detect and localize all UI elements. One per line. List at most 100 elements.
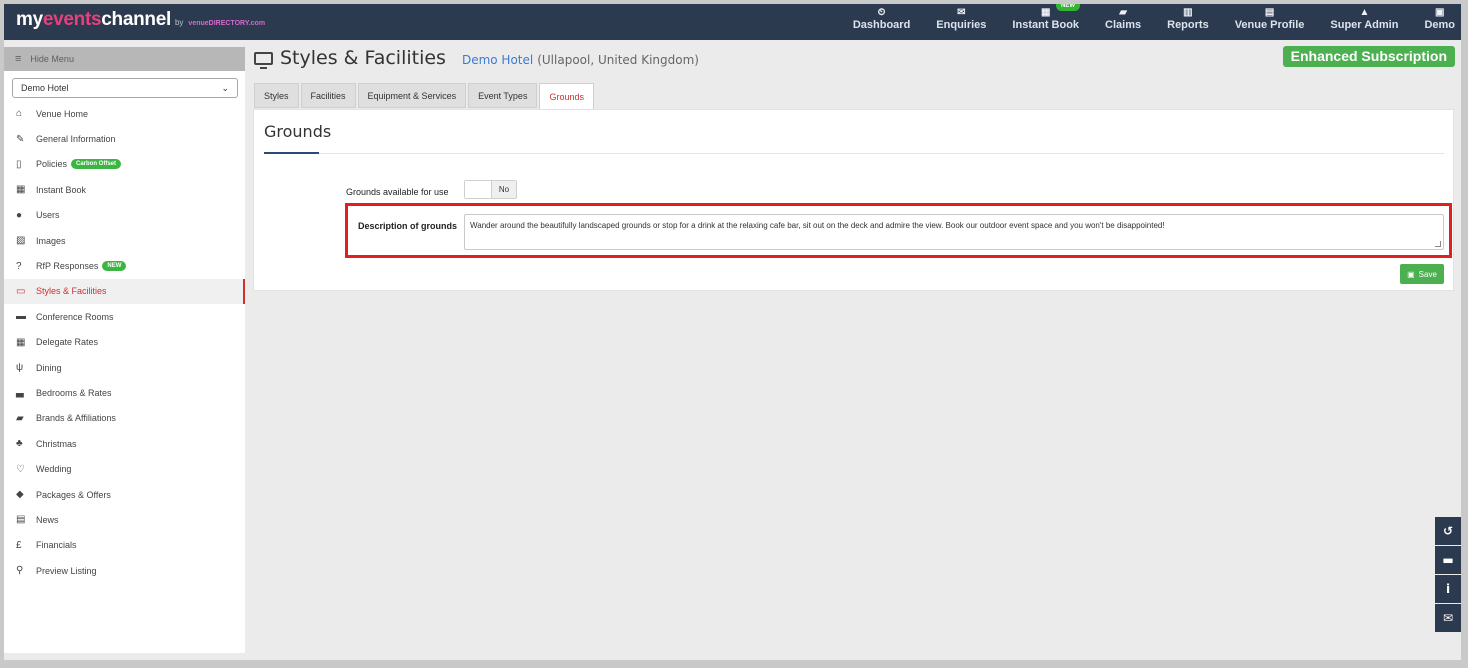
logo[interactable]: myeventschannel by venueDIRECTORY.com [16, 9, 265, 31]
tab-equipment-services[interactable]: Equipment & Services [357, 83, 467, 108]
tab-event-types[interactable]: Event Types [468, 83, 538, 108]
sidebar-badge: Carbon Offset [71, 159, 122, 170]
grounds-panel: Grounds Grounds available for use No Des… [253, 109, 1454, 291]
sidebar-item-label: Preview Listing [36, 565, 97, 576]
hide-menu-label: Hide Menu [30, 54, 74, 64]
save-label: Save [1418, 269, 1437, 279]
sidebar-item-label: Instant Book [36, 184, 87, 195]
nav-label: Instant Book [1012, 19, 1080, 31]
grounds-available-toggle[interactable]: No [464, 180, 517, 199]
question-icon: ? [16, 260, 22, 272]
sidebar-item-news[interactable]: ▤ News [4, 507, 245, 532]
tree-icon: ♣ [16, 438, 23, 450]
heart-icon: ♡ [16, 463, 25, 475]
section-divider [264, 153, 1444, 154]
subscription-badge: Enhanced Subscription [1282, 46, 1455, 67]
sidebar-item-christmas[interactable]: ♣ Christmas [4, 431, 245, 456]
sidebar-item-packages-offers[interactable]: ◆ Packages & Offers [4, 482, 245, 507]
user-icon: ● [16, 209, 23, 221]
sidebar-item-label: RfP Responses [36, 261, 99, 272]
sidebar-item-financials[interactable]: £ Financials [4, 533, 245, 558]
resize-grip-icon[interactable] [1435, 241, 1441, 247]
section-divider-accent [264, 152, 319, 154]
sidebar-item-label: Policies [36, 159, 68, 170]
top-nav: ⏲ Dashboard ✉ Enquiries ▦ Instant Book NEW ▰ Cla… [840, 4, 1457, 40]
nav-enquiries[interactable]: ✉ Enquiries [923, 4, 999, 40]
sidebar-item-users[interactable]: ● Users [4, 203, 245, 228]
nav-reports[interactable]: ▥ Reports [1154, 4, 1222, 40]
tab-bar: Styles Facilities Equipment & Services Even… [254, 83, 596, 110]
nav-super-admin[interactable]: ▲ Super Admin [1317, 4, 1411, 40]
logo-by: by [174, 18, 184, 27]
venue-select[interactable]: Demo Hotel ⌄ [12, 78, 238, 98]
lock-icon: ▲ [1359, 7, 1370, 18]
description-text: Wander around the beautifully landscaped… [470, 221, 1165, 230]
tab-facilities[interactable]: Facilities [300, 83, 356, 108]
logo-text-my: my [16, 9, 43, 30]
nav-demo[interactable]: ▣ Demo [1411, 4, 1457, 40]
sidebar-item-label: Venue Home [36, 108, 89, 119]
sidebar-item-label: News [36, 514, 59, 525]
sidebar-item-general-information[interactable]: ✎ General Information [4, 126, 245, 151]
section-title: Grounds [264, 122, 332, 141]
monitor-icon: ▭ [16, 285, 26, 297]
info-icon[interactable]: i [1435, 575, 1461, 603]
sidebar-item-bedrooms-rates[interactable]: ▃ Bedrooms & Rates [4, 380, 245, 405]
sidebar-item-policies[interactable]: ▯ Policies Carbon Offset [4, 152, 245, 177]
logo-text-channel: channel [101, 9, 171, 30]
chevron-down-icon: ⌄ [221, 82, 229, 93]
tab-grounds[interactable]: Grounds [539, 83, 594, 110]
hide-menu-button[interactable]: ≡ Hide Menu [4, 47, 245, 71]
pound-icon: £ [16, 539, 22, 551]
mail-icon[interactable]: ✉ [1435, 604, 1461, 632]
image-icon: ▨ [16, 235, 26, 247]
newspaper-icon: ▤ [16, 514, 26, 526]
sidebar-item-wedding[interactable]: ♡ Wedding [4, 456, 245, 481]
description-label: Description of grounds [358, 221, 457, 231]
description-textarea[interactable]: Wander around the beautifully landscaped… [464, 214, 1444, 250]
sidebar-item-dining[interactable]: ψ Dining [4, 355, 245, 380]
tags-icon: ◆ [16, 489, 24, 501]
sidebar-item-rfp-responses[interactable]: ? RfP Responses NEW [4, 253, 245, 278]
sidebar-item-label: Brands & Affiliations [36, 413, 116, 424]
sidebar-item-label: Conference Rooms [36, 311, 114, 322]
sidebar-item-brands-affiliations[interactable]: ▰ Brands & Affiliations [4, 406, 245, 431]
sidebar-item-delegate-rates[interactable]: ▦ Delegate Rates [4, 330, 245, 355]
cutlery-icon: ψ [16, 362, 24, 374]
nav-instant-book[interactable]: ▦ Instant Book NEW [999, 4, 1092, 40]
sidebar-item-images[interactable]: ▨ Images [4, 228, 245, 253]
sidebar-item-label: Bedrooms & Rates [36, 387, 112, 398]
sidebar-item-label: Users [36, 210, 60, 221]
nav-claims[interactable]: ▰ Claims [1092, 4, 1154, 40]
nav-venue-profile[interactable]: ▤ Venue Profile [1222, 4, 1318, 40]
app-frame: myeventschannel by venueDIRECTORY.com ⏲ Da… [4, 4, 1461, 660]
new-badge: NEW [1056, 4, 1081, 11]
sidebar-item-label: Delegate Rates [36, 337, 99, 348]
chat-icon[interactable]: ▬ [1435, 546, 1461, 574]
sidebar-item-venue-home[interactable]: ⌂ Venue Home [4, 101, 245, 126]
sidebar-item-styles-facilities[interactable]: ▭ Styles & Facilities [4, 278, 245, 305]
edit-icon: ✎ [16, 133, 25, 145]
sidebar-item-preview-listing[interactable]: ⚲ Preview Listing [4, 558, 245, 583]
sidebar-item-label: Wedding [36, 464, 72, 475]
nav-label: Venue Profile [1234, 19, 1305, 31]
toggle-knob [465, 181, 492, 198]
page-header: Styles & Facilities Demo Hotel (Ullapool… [254, 47, 699, 75]
briefcase-icon: ▬ [16, 311, 26, 323]
nav-dashboard[interactable]: ⏲ Dashboard [840, 4, 923, 40]
building-icon: ▤ [1264, 7, 1275, 18]
save-button[interactable]: ▣ Save [1400, 264, 1444, 284]
top-bar: myeventschannel by venueDIRECTORY.com ⏲ Da… [4, 4, 1461, 40]
sidebar-item-conference-rooms[interactable]: ▬ Conference Rooms [4, 304, 245, 329]
save-icon: ▣ [1407, 269, 1415, 279]
calculator-icon: ▦ [16, 336, 26, 348]
nav-label: Demo [1424, 19, 1455, 31]
user-icon: ▣ [1434, 7, 1445, 18]
tab-styles[interactable]: Styles [254, 83, 299, 108]
sidebar-item-instant-book[interactable]: ▦ Instant Book [4, 177, 245, 202]
history-icon[interactable]: ↺ [1435, 517, 1461, 545]
nav-label: Claims [1105, 19, 1142, 31]
hotel-link[interactable]: Demo Hotel [462, 53, 533, 67]
nav-label: Reports [1167, 19, 1209, 31]
calendar-icon: ▦ [16, 184, 26, 196]
